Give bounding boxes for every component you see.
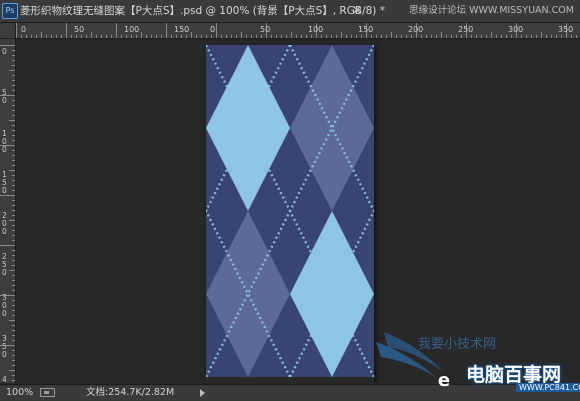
h-ruler-label: 200 (408, 25, 423, 34)
v-ruler-label: 50 (2, 88, 7, 105)
v-ruler-label: 350 (2, 334, 7, 359)
v-ruler-label: 300 (2, 293, 7, 318)
zoom-level[interactable]: 100% (6, 385, 33, 401)
h-ruler-label: 0 (210, 25, 215, 34)
vertical-ruler[interactable]: 0 50 100 150 200 250 300 350 400 (0, 39, 16, 383)
v-ruler-label: 400 (2, 375, 7, 383)
v-ruler-label: 100 (2, 129, 7, 154)
v-ruler-label: 250 (2, 252, 7, 277)
argyle-pattern-canvas[interactable] (206, 45, 374, 377)
site-url: WWW.PC841.COM (516, 383, 580, 392)
h-ruler-label: 100 (308, 25, 323, 34)
h-ruler-label: 150 (174, 25, 189, 34)
h-ruler-label: 350 (558, 25, 573, 34)
v-ruler-label: 200 (2, 211, 7, 236)
v-ruler-label: 0 (2, 47, 7, 56)
site-watermark-top: 思缘设计论坛 WWW.MISSYUAN.COM (409, 5, 574, 16)
h-ruler-label: 100 (124, 25, 139, 34)
v-ruler-label: 150 (2, 170, 7, 195)
h-ruler-label: 250 (458, 25, 473, 34)
h-ruler-label: 150 (358, 25, 373, 34)
h-ruler-label: 50 (260, 25, 270, 34)
h-ruler-label: 50 (74, 25, 84, 34)
close-tab-icon[interactable]: × (351, 0, 363, 22)
status-menu-arrow-icon[interactable] (200, 389, 205, 397)
watermark-faint-text: 我要小技术网 (418, 337, 496, 352)
photoshop-logo-icon: Ps (2, 3, 18, 19)
document-tab-title[interactable]: 菱形织物纹理无缝图案【P大点S】.psd @ 100% (背景【P大点S】, R… (20, 0, 385, 22)
document-profile-icon[interactable] (40, 388, 55, 397)
h-ruler-label: 300 (508, 25, 523, 34)
horizontal-ruler[interactable]: 0 50 100 150 0 50 100 150 200 250 300 350 (16, 23, 580, 39)
site-logo-icon: e (437, 370, 451, 391)
ruler-corner[interactable] (0, 23, 16, 39)
document-size-info: 文档:254.7K/2.82M (86, 387, 175, 398)
document-tab-bar: Ps 菱形织物纹理无缝图案【P大点S】.psd @ 100% (背景【P大点S】… (0, 0, 580, 23)
site-watermark-bottom: 我要小技术网 e 电脑百事网 WWW.PC841.COM (366, 322, 580, 398)
h-ruler-label: 0 (21, 25, 26, 34)
